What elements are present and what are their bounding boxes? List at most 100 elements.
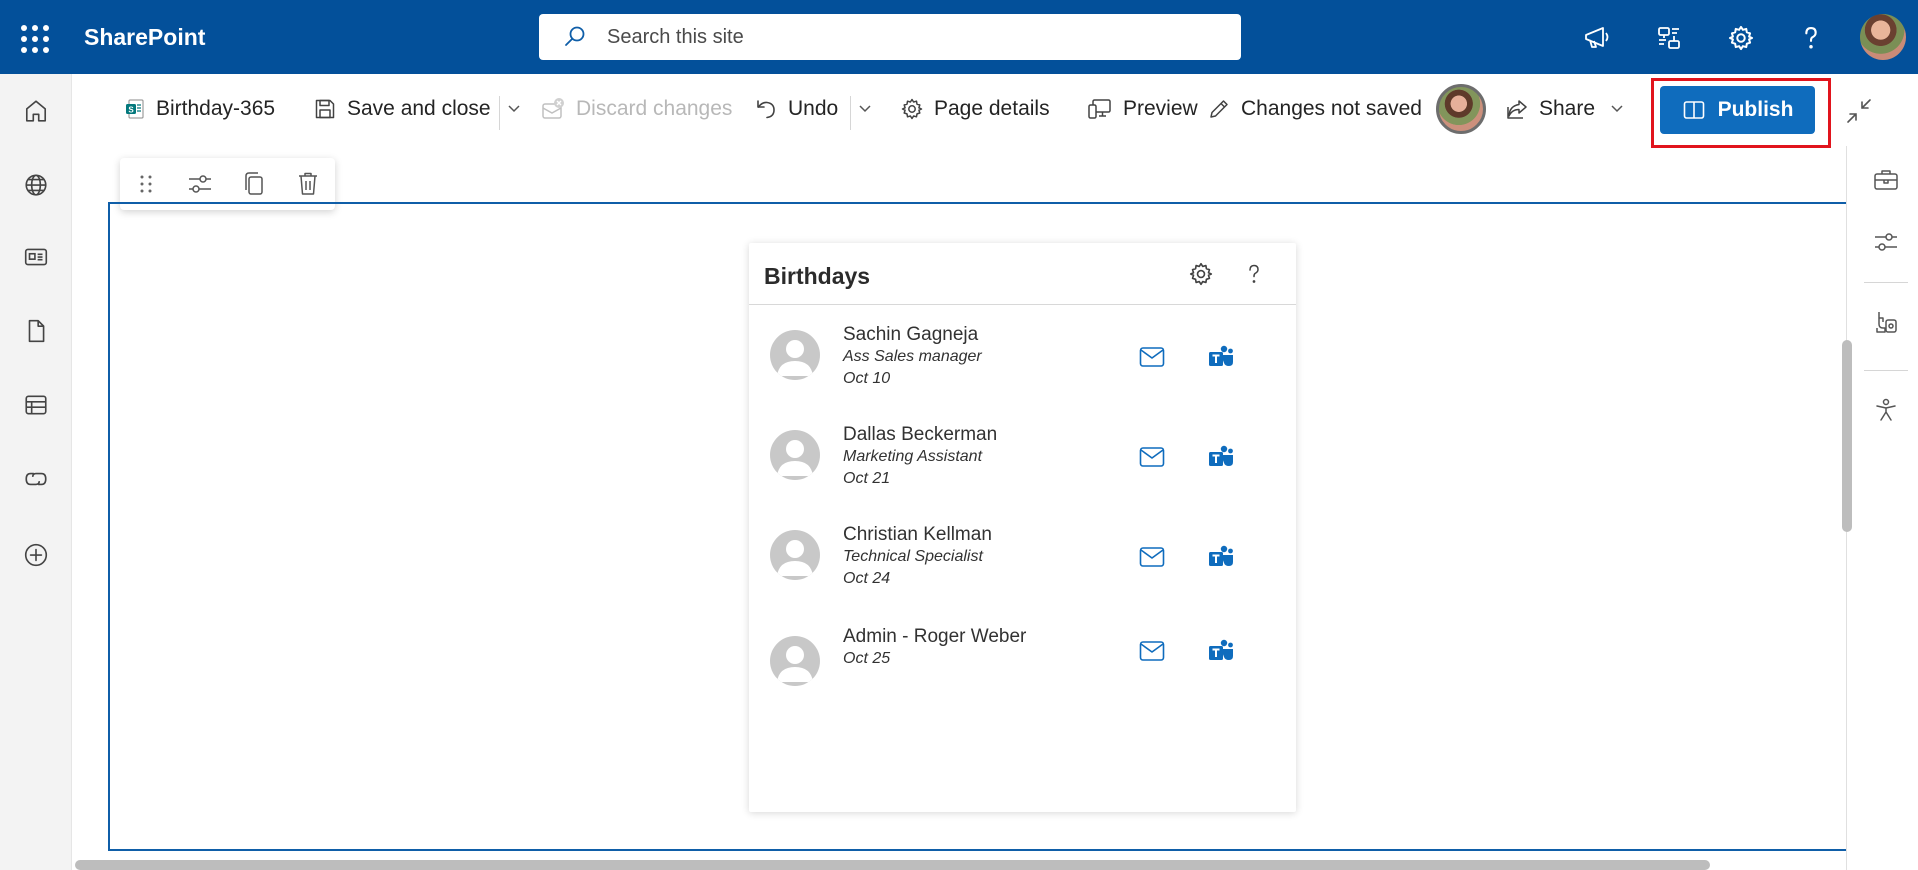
news-icon[interactable] [19,240,53,274]
person-avatar [770,636,820,686]
list-item: Dallas Beckerman Marketing Assistant Oct… [749,424,1296,516]
mail-icon[interactable] [1137,442,1167,472]
undo-label: Undo [788,97,839,120]
search-box[interactable] [539,14,1241,60]
person-role: Ass Sales manager [843,348,982,365]
person-name: Admin - Roger Weber [843,626,1027,647]
book-icon [1683,101,1704,119]
settings-gear-icon[interactable] [1185,258,1217,290]
teams-icon[interactable] [1206,342,1236,372]
divider [1864,370,1908,371]
svg-text:S: S [128,106,134,115]
teams-icon[interactable] [1206,636,1236,666]
megaphone-icon[interactable] [1581,22,1613,54]
help-icon[interactable] [1238,258,1270,290]
duplicate-icon[interactable] [240,170,268,198]
mail-icon[interactable] [1137,542,1167,572]
divider [1864,282,1908,283]
settings-gear-icon[interactable] [1725,22,1757,54]
person-avatar [770,330,820,380]
divider [499,96,500,130]
app-name[interactable]: SharePoint [84,24,205,51]
command-bar: S Birthday-365 Save and close Discard ch… [72,74,1918,144]
webpart-header: Birthdays [749,243,1296,305]
person-avatar [770,430,820,480]
list-item: Sachin Gagneja Ass Sales manager Oct 10 [749,324,1296,416]
save-and-close-label: Save and close [347,97,491,120]
coauthor-avatar[interactable] [1436,84,1486,134]
add-circle-icon[interactable] [19,538,53,572]
page-name-button[interactable]: S Birthday-365 [124,92,275,126]
discard-changes-label: Discard changes [576,97,733,120]
list-icon[interactable] [19,388,53,422]
share-button[interactable]: Share [1505,92,1595,126]
preview-icon [1088,99,1111,119]
design-ideas-icon[interactable] [1870,306,1902,338]
person-birthday: Oct 25 [843,650,891,667]
mail-icon[interactable] [1137,636,1167,666]
person-name: Christian Kellman [843,524,992,545]
globe-icon[interactable] [19,168,53,202]
accessibility-icon[interactable] [1870,394,1902,426]
person-birthday: Oct 21 [843,470,891,487]
publish-label: Publish [1717,98,1794,121]
person-name: Sachin Gagneja [843,324,979,345]
user-avatar[interactable] [1860,14,1906,60]
divider [850,96,851,130]
chevron-down-icon[interactable] [857,100,873,116]
share-icon [1507,100,1527,119]
page-name-label: Birthday-365 [156,97,276,120]
chevron-down-icon[interactable] [1609,100,1625,116]
horizontal-scrollbar[interactable] [75,860,1710,870]
preview-label: Preview [1123,97,1198,120]
delete-icon[interactable] [294,170,322,198]
save-status-label: Changes not saved [1241,97,1422,120]
person-role: Technical Specialist [843,548,983,565]
teams-icon[interactable] [1206,442,1236,472]
page-details-label: Page details [934,97,1050,120]
teams-icon[interactable] [1206,542,1236,572]
share-label: Share [1539,97,1596,120]
person-role: Marketing Assistant [843,448,983,465]
save-and-close-button[interactable]: Save and close [313,92,491,126]
person-avatar [770,530,820,580]
connections-icon[interactable] [1653,22,1685,54]
discard-icon [542,98,564,119]
undo-button[interactable]: Undo [754,92,838,126]
help-icon[interactable] [1795,22,1827,54]
suite-bar: SharePoint [0,0,1918,74]
search-icon [565,26,585,46]
save-icon [315,99,335,119]
list-item: Christian Kellman Technical Specialist O… [749,524,1296,616]
toolbox-icon[interactable] [1870,164,1902,196]
right-toolbox-rail [1854,146,1918,870]
webpart-title: Birthdays [764,263,871,289]
list-item: Admin - Roger Weber Oct 25 [749,626,1296,718]
save-status: Changes not saved [1207,92,1422,126]
stream-icon[interactable] [19,462,53,496]
pencil-icon [1210,100,1228,118]
page-details-button[interactable]: Page details [900,92,1050,126]
collapse-icon[interactable] [1844,96,1874,126]
mail-icon[interactable] [1137,342,1167,372]
person-birthday: Oct 10 [843,370,891,387]
search-input[interactable] [607,25,1207,49]
document-icon[interactable] [19,314,53,348]
undo-icon [757,100,775,119]
publish-button[interactable]: Publish [1660,86,1815,134]
properties-icon[interactable] [1870,226,1902,258]
edit-section-icon[interactable] [186,170,214,198]
left-navigation-rail [0,74,72,870]
chevron-down-icon[interactable] [506,100,522,116]
drag-handle-icon[interactable] [132,170,160,198]
gear-icon [901,98,923,120]
sharepoint-page-icon: S [126,99,144,119]
preview-button[interactable]: Preview [1087,92,1198,126]
birthdays-webpart[interactable]: Birthdays Sachin Gagneja Ass Sales manag… [749,243,1296,812]
vertical-scrollbar[interactable] [1842,340,1852,532]
person-birthday: Oct 24 [843,570,891,587]
person-name: Dallas Beckerman [843,424,998,445]
discard-changes-button[interactable]: Discard changes [540,92,732,126]
home-icon[interactable] [19,94,53,128]
app-launcher-icon[interactable] [18,22,50,54]
